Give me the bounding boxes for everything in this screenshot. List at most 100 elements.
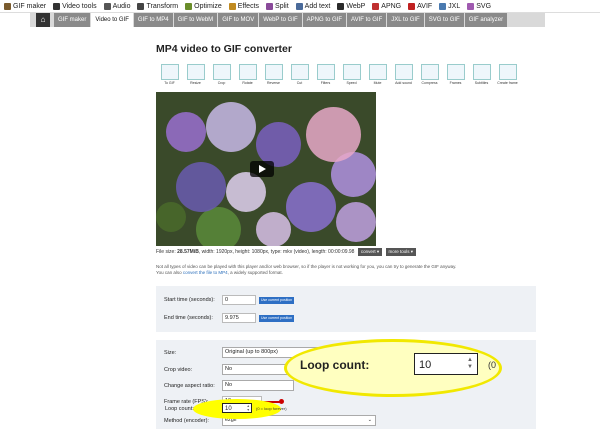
end-time-input[interactable]: 9.975 [222, 313, 256, 323]
topnav-item-4[interactable]: Optimize [185, 2, 222, 10]
optimize-icon [185, 2, 193, 10]
tab-6[interactable]: APNG to GIF [302, 13, 347, 27]
effects-icon [228, 2, 236, 10]
transform-icon [137, 2, 145, 10]
tool-button-12[interactable]: Subtitles [470, 64, 493, 86]
file-details: , width: 1920px, height: 1080px, type: m… [198, 249, 355, 255]
topnav-label: Add text [304, 2, 331, 10]
tab-4[interactable]: GIF to MOV [218, 13, 259, 27]
more-tools-button[interactable]: more tools ▾ [385, 248, 417, 256]
callout-label: Loop count: [300, 358, 370, 372]
size-select-value: Original (up to 800px) [225, 349, 278, 355]
chevron-down-icon: ⌄ [367, 417, 372, 423]
video-tools-icon [53, 2, 61, 10]
aspect-label: Change aspect ratio: [164, 383, 215, 389]
topnav-item-0[interactable]: GIF maker [4, 2, 47, 10]
convert-button[interactable]: convert ▾ [357, 248, 383, 256]
topnav-label: Transform [146, 2, 179, 10]
tool-button-11[interactable]: Frames [444, 64, 467, 86]
callout-loop-value: 10 [419, 359, 432, 371]
topnav-label: Video tools [62, 2, 97, 10]
tool-button-7[interactable]: Speed [340, 64, 363, 86]
tool-label: Frames [449, 81, 462, 85]
topnav-item-5[interactable]: Effects [228, 2, 259, 10]
video-frame-flower [286, 182, 336, 232]
tab-10[interactable]: GIF analyzer [464, 13, 508, 27]
svg-icon [467, 2, 475, 10]
tool-button-5[interactable]: Cut [288, 64, 311, 86]
tool-button-3[interactable]: Rotate [236, 64, 259, 86]
aspect-select[interactable]: No [222, 380, 294, 391]
webp-icon [337, 2, 345, 10]
compress-icon [420, 64, 439, 80]
video-frame-flower [156, 202, 186, 232]
crop-select-value: No [225, 366, 233, 372]
fps-slider-knob[interactable] [279, 399, 284, 404]
subtitles-icon [472, 64, 491, 80]
file-size-label: File size: [156, 249, 176, 255]
start-use-current-button[interactable]: Use current position [259, 297, 295, 304]
topnav-label: JXL [448, 2, 461, 10]
tool-label: Speed [346, 81, 357, 85]
topnav-item-2[interactable]: Audio [103, 2, 130, 10]
topnav-item-9[interactable]: APNG [372, 2, 402, 10]
loop-count-input[interactable]: 10 ▲ ▼ [222, 403, 252, 413]
spinner-arrows-icon[interactable]: ▲ ▼ [247, 404, 250, 412]
avif-icon [408, 2, 416, 10]
apng-icon [372, 2, 380, 10]
topnav-item-7[interactable]: Add text [295, 2, 331, 10]
split-icon [266, 2, 274, 10]
tool-button-2[interactable]: Crop [210, 64, 233, 86]
tab-7[interactable]: AVIF to GIF [347, 13, 387, 27]
mute-icon [368, 64, 387, 80]
topnav-item-6[interactable]: Split [266, 2, 289, 10]
topnav-item-1[interactable]: Video tools [53, 2, 97, 10]
topnav-label: Optimize [194, 2, 222, 10]
page-title: MP4 video to GIF converter [156, 43, 292, 55]
video-player[interactable] [156, 92, 376, 246]
scissors-icon [290, 64, 309, 80]
video-frame-flower [256, 212, 291, 246]
rotate-icon [238, 64, 257, 80]
tool-button-4[interactable]: Reverse [262, 64, 285, 86]
topnav-item-10[interactable]: AVIF [408, 2, 433, 10]
tool-label: Resize [190, 81, 201, 85]
top-nav: GIF maker Video tools Audio Transform Optimi… [0, 0, 600, 13]
topnav-item-8[interactable]: WebP [337, 2, 365, 10]
player-note: Not all types of video can be played wit… [156, 264, 536, 276]
video-frame-flower [306, 107, 361, 162]
end-time-label: End time (seconds): [164, 315, 213, 321]
tab-2[interactable]: GIF to MP4 [133, 13, 173, 27]
tab-1[interactable]: Video to GIF [91, 13, 133, 27]
topnav-item-11[interactable]: JXL [439, 2, 461, 10]
tool-label: Rotate [242, 81, 253, 85]
start-time-label: Start time (seconds): [164, 297, 215, 303]
tab-3[interactable]: GIF to WebM [173, 13, 218, 27]
end-use-current-button[interactable]: Use current position [259, 315, 295, 322]
tool-button-6[interactable]: Filters [314, 64, 337, 86]
home-icon[interactable]: ⌂ [36, 13, 50, 27]
tab-9[interactable]: SVG to GIF [424, 13, 464, 27]
tab-8[interactable]: JXL to GIF [387, 13, 424, 27]
start-time-input[interactable]: 0 [222, 295, 256, 305]
topnav-label: GIF maker [13, 2, 47, 10]
convert-mp4-link[interactable]: convert the file to MP4 [183, 270, 228, 275]
topnav-label: AVIF [417, 2, 433, 10]
video-frame-flower [206, 102, 256, 152]
tool-button-1[interactable]: Resize [184, 64, 207, 86]
tab-5[interactable]: WebP to GIF [259, 13, 302, 27]
create-frame-icon [498, 64, 517, 80]
topnav-item-3[interactable]: Transform [137, 2, 179, 10]
play-icon[interactable] [250, 161, 274, 177]
tool-button-8[interactable]: Mute [366, 64, 389, 86]
tool-button-0[interactable]: To GIF [158, 64, 181, 86]
topnav-item-12[interactable]: SVG [467, 2, 491, 10]
video-frame-flower [176, 162, 226, 212]
toolbar: To GIF Resize Crop Rotate Reverse Cut Filters S… [158, 64, 538, 86]
tool-button-10[interactable]: Compress [418, 64, 441, 86]
tab-0[interactable]: GIF maker [54, 13, 91, 27]
topnav-label: APNG [381, 2, 402, 10]
tool-button-9[interactable]: Add sound [392, 64, 415, 86]
tool-label: Mute [373, 81, 382, 85]
tool-button-13[interactable]: Create frame [496, 64, 519, 86]
